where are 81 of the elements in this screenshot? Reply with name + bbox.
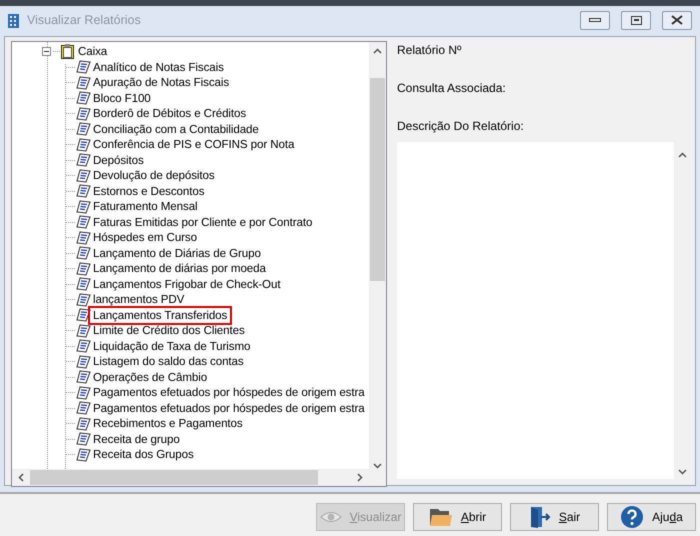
close-button[interactable] xyxy=(662,10,692,30)
tree-item[interactable]: Hóspedes em Curso xyxy=(91,231,199,244)
maximize-icon xyxy=(630,16,642,24)
report-icon xyxy=(76,262,91,276)
tree-item[interactable]: Estornos e Descontos xyxy=(91,184,206,198)
tree-item[interactable]: Faturamento Mensal xyxy=(91,200,200,214)
report-icon xyxy=(76,230,91,245)
eye-icon xyxy=(320,511,342,523)
scroll-left-icon[interactable] xyxy=(18,473,24,482)
report-icon xyxy=(76,106,91,121)
report-icon xyxy=(76,200,91,214)
scrollbar-thumb[interactable] xyxy=(30,470,318,485)
window-title: Visualizar Relatórios xyxy=(27,13,142,27)
help-icon xyxy=(620,505,644,529)
report-icon xyxy=(76,339,91,354)
collapse-icon[interactable] xyxy=(42,47,51,56)
report-icon xyxy=(76,60,91,74)
tree-item[interactable]: Lançamentos Frigobar de Check-Out xyxy=(91,278,282,291)
tree-item[interactable]: Listagem do saldo das contas xyxy=(91,355,246,368)
report-icon xyxy=(76,246,91,260)
scroll-down-icon[interactable] xyxy=(678,469,687,475)
report-icon xyxy=(76,153,91,168)
minimize-button[interactable] xyxy=(580,10,610,30)
tree-item[interactable]: Receita dos Grupos xyxy=(91,448,196,462)
report-icon xyxy=(76,138,91,152)
report-icon xyxy=(76,416,91,431)
description-field[interactable] xyxy=(397,142,691,479)
scroll-right-icon[interactable] xyxy=(357,473,363,482)
report-icon xyxy=(76,184,91,198)
field-label: Consulta Associada: xyxy=(397,81,506,95)
minimize-icon xyxy=(589,18,601,22)
help-button[interactable]: Ajuda xyxy=(607,503,696,531)
report-icon xyxy=(76,122,91,136)
report-icon xyxy=(76,432,91,446)
tree-item[interactable]: Pagamentos efetuados por hóspedes de origem estra xyxy=(91,386,367,400)
field-label: Descrição Do Relatório: xyxy=(397,119,524,133)
tree-item[interactable]: Recebimentos e Pagamentos xyxy=(91,417,245,430)
report-icon xyxy=(76,370,91,384)
report-icon xyxy=(76,76,91,90)
folder-icon xyxy=(428,507,453,527)
report-icon xyxy=(76,277,91,292)
tree-item[interactable]: Bloco F100 xyxy=(91,92,153,105)
tree-item[interactable]: Lançamentos Transferidos xyxy=(91,308,230,322)
report-icon xyxy=(76,215,91,230)
tree-item[interactable]: Limite de Crédito dos Clientes xyxy=(91,324,247,338)
maximize-button[interactable] xyxy=(621,10,651,30)
tree-item[interactable]: Caixa xyxy=(76,45,110,58)
exit-button[interactable]: Sair xyxy=(510,503,599,531)
scroll-up-icon[interactable] xyxy=(373,48,382,54)
tree-item[interactable]: Conferência de PIS e COFINS por Nota xyxy=(91,138,296,152)
report-icon xyxy=(76,324,91,338)
tree-item[interactable]: Faturas Emitidas por Cliente e por Contrato xyxy=(91,216,314,229)
field-label: Relatório Nº xyxy=(397,43,462,57)
tree-item[interactable]: Operações de Câmbio xyxy=(91,370,210,384)
building-icon xyxy=(8,12,19,28)
tree-item[interactable]: Borderô de Débitos e Créditos xyxy=(91,107,248,120)
report-icon xyxy=(76,386,91,400)
tree-item[interactable]: Apuração de Notas Fiscais xyxy=(91,76,232,90)
tree-item[interactable]: Analítico de Notas Fiscais xyxy=(91,60,226,74)
tree-item[interactable]: Depósitos xyxy=(91,154,146,167)
tree-item[interactable]: Liquidação de Taxa de Turismo xyxy=(91,340,252,353)
scroll-down-icon[interactable] xyxy=(373,463,382,469)
tree-item[interactable]: Lançamento de Diárias de Grupo xyxy=(91,246,263,260)
report-icon xyxy=(76,308,91,322)
report-icon xyxy=(76,401,91,416)
tree-item[interactable]: lançamentos PDV xyxy=(91,293,186,306)
tree-item[interactable]: Conciliação com a Contabilidade xyxy=(91,122,261,136)
scroll-up-icon[interactable] xyxy=(678,152,687,158)
scrollbar-thumb[interactable] xyxy=(370,78,385,281)
report-icon xyxy=(76,354,91,369)
exit-door-icon xyxy=(528,505,551,529)
tree-item[interactable]: Receita de grupo xyxy=(91,432,182,446)
open-button[interactable]: Abrir xyxy=(413,503,502,531)
tree-item[interactable]: Lançamento de diárias por moeda xyxy=(91,262,268,276)
tree-item[interactable]: Pagamentos efetuados por hóspedes de origem estra xyxy=(91,402,367,415)
tree-item[interactable]: Devolução de depósitos xyxy=(91,169,217,182)
close-icon xyxy=(671,15,683,25)
report-icon xyxy=(76,168,91,183)
report-icon xyxy=(76,448,91,462)
report-icon xyxy=(76,292,91,307)
report-icon xyxy=(76,91,91,106)
